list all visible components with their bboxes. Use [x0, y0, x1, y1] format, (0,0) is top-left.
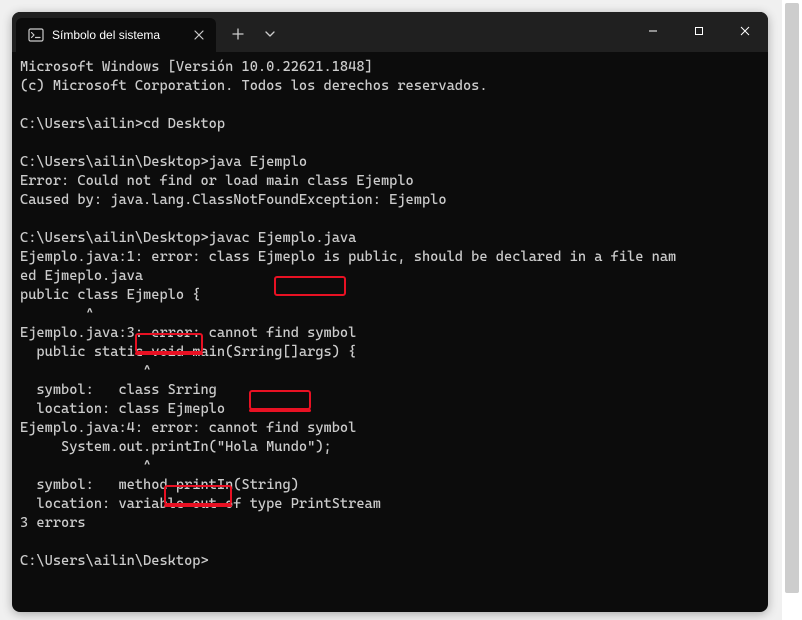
terminal-line: Ejemplo.java:4: error: cannot find symbo…	[20, 419, 760, 438]
terminal-line: Caused by: java.lang.ClassNotFoundExcept…	[20, 191, 760, 210]
tab-dropdown-button[interactable]	[254, 18, 286, 50]
close-button[interactable]	[722, 12, 768, 50]
terminal-line: location: class Ejmeplo	[20, 400, 760, 419]
terminal-line: 3 errors	[20, 514, 760, 533]
cmd-icon	[28, 27, 44, 43]
terminal-line: location: variable out of type PrintStre…	[20, 495, 760, 514]
terminal-line: C:\Users\ailin>cd Desktop	[20, 115, 760, 134]
terminal-line: System.out.printIn("Hola Mundo");	[20, 438, 760, 457]
terminal-line: symbol: class Srring	[20, 381, 760, 400]
tab-actions	[222, 12, 286, 52]
terminal-output[interactable]: Microsoft Windows [Versión 10.0.22621.18…	[12, 52, 768, 612]
terminal-line: ^	[20, 305, 760, 324]
tab-close-button[interactable]	[190, 26, 208, 44]
terminal-line: symbol: method printIn(String)	[20, 476, 760, 495]
terminal-line: ed Ejmeplo.java	[20, 267, 760, 286]
page-scrollbar-thumb[interactable]	[785, 3, 799, 593]
window-controls	[630, 12, 768, 52]
terminal-line: C:\Users\ailin\Desktop>java Ejemplo	[20, 153, 760, 172]
tab-cmd[interactable]: Símbolo del sistema	[16, 18, 216, 52]
terminal-line: ^	[20, 457, 760, 476]
new-tab-button[interactable]	[222, 18, 254, 50]
terminal-line: Ejemplo.java:1: error: class Ejmeplo is …	[20, 248, 760, 267]
terminal-line: Error: Could not find or load main class…	[20, 172, 760, 191]
terminal-line: C:\Users\ailin\Desktop>	[20, 552, 760, 571]
terminal-line: C:\Users\ailin\Desktop>javac Ejemplo.jav…	[20, 229, 760, 248]
terminal-line: ^	[20, 362, 760, 381]
tab-title: Símbolo del sistema	[52, 28, 182, 42]
terminal-line: Ejemplo.java:3: error: cannot find symbo…	[20, 324, 760, 343]
maximize-button[interactable]	[676, 12, 722, 50]
terminal-line	[20, 533, 760, 552]
terminal-line	[20, 210, 760, 229]
terminal-line: (c) Microsoft Corporation. Todos los der…	[20, 77, 760, 96]
terminal-line: public static void main(Srring[]args) {	[20, 343, 760, 362]
minimize-button[interactable]	[630, 12, 676, 50]
page-scrollbar-track[interactable]	[782, 0, 802, 620]
terminal-line: public class Ejmeplo {	[20, 286, 760, 305]
terminal-line: Microsoft Windows [Versión 10.0.22621.18…	[20, 58, 760, 77]
terminal-line	[20, 134, 760, 153]
terminal-window: Símbolo del sistema Micros	[12, 12, 768, 612]
titlebar: Símbolo del sistema	[12, 12, 768, 52]
terminal-line	[20, 96, 760, 115]
